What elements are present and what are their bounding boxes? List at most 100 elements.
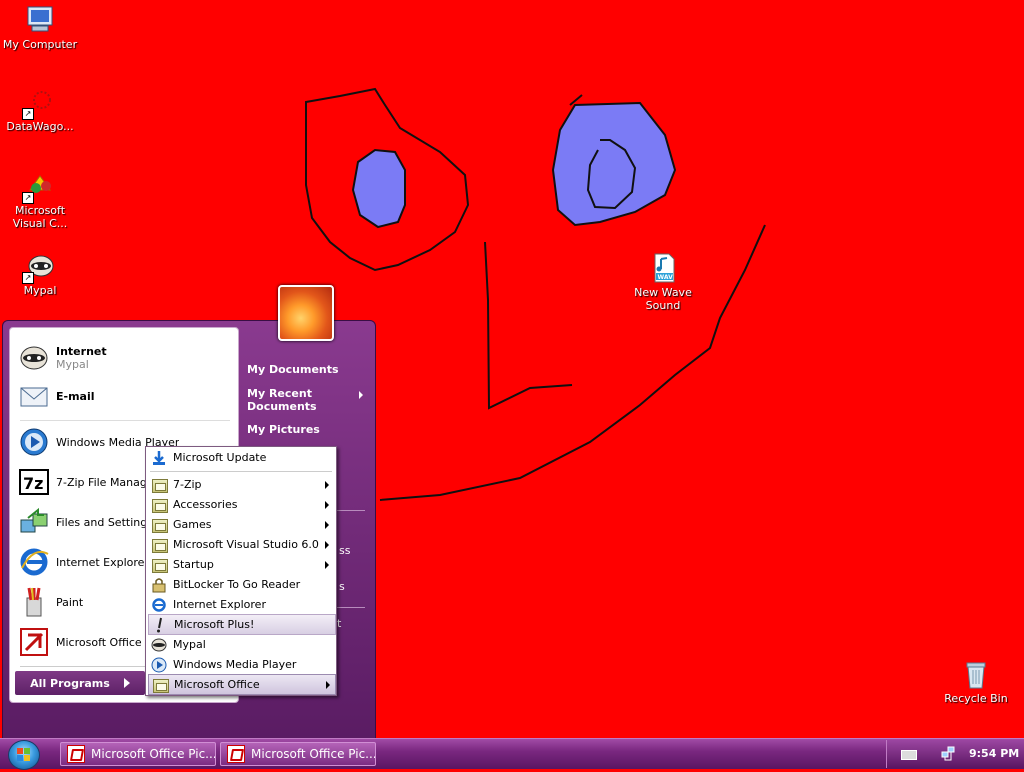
right-eye-hair	[569, 94, 583, 106]
pinned-email[interactable]: E-mail	[18, 378, 233, 414]
keyboard-icon[interactable]	[901, 750, 917, 760]
folder-icon	[152, 677, 169, 693]
program-accessories[interactable]: Accessories	[148, 495, 334, 514]
right-item-label: ss	[339, 544, 351, 557]
program-windows-media-player[interactable]: Windows Media Player	[148, 655, 334, 674]
program-internet-explorer[interactable]: Internet Explorer	[148, 595, 334, 614]
program-label: Microsoft Office	[174, 678, 260, 691]
program-visual-studio[interactable]: Microsoft Visual Studio 6.0	[148, 535, 334, 554]
taskbar-button-label: Microsoft Office Pic...	[251, 747, 376, 761]
taskbar-button-picture-manager-1[interactable]: Microsoft Office Pic...	[60, 742, 216, 766]
pinned-subtitle: Mypal	[56, 358, 89, 371]
folder-icon	[151, 537, 168, 553]
recent-label: 7-Zip File Manager	[56, 475, 159, 489]
datawagon-icon: ↗	[22, 86, 56, 120]
paint-icon	[18, 586, 50, 618]
submenu-arrow-icon	[325, 501, 329, 509]
program-label: 7-Zip	[173, 478, 202, 491]
update-icon	[151, 450, 167, 466]
folder-icon	[151, 497, 168, 513]
program-label: Accessories	[173, 498, 238, 511]
user-picture[interactable]	[278, 285, 334, 341]
program-startup[interactable]: Startup	[148, 555, 334, 574]
program-label: Internet Explorer	[173, 598, 266, 611]
submenu-arrow-icon	[325, 561, 329, 569]
right-item-my-documents[interactable]: My Documents	[247, 363, 339, 376]
desktop-icon-mypal[interactable]: ↗ Mypal	[0, 250, 80, 297]
network-icon[interactable]	[941, 745, 955, 761]
program-games[interactable]: Games	[148, 515, 334, 534]
taskbar-button-picture-manager-2[interactable]: Microsoft Office Pic...	[220, 742, 376, 766]
start-button[interactable]	[8, 740, 40, 770]
system-tray: 9:54 PM	[886, 740, 1024, 768]
desktop-icon-label: Microsoft Visual C...	[12, 204, 68, 230]
desktop-icon-label: My Computer	[2, 38, 78, 51]
taskbar-button-label: Microsoft Office Pic...	[91, 747, 216, 761]
program-label: Windows Media Player	[173, 658, 297, 671]
folder-icon	[151, 477, 168, 493]
right-item-partial-2[interactable]: s	[339, 580, 345, 593]
svg-text:7z: 7z	[23, 474, 43, 493]
mail-icon	[18, 380, 50, 412]
taskbar: Microsoft Office Pic... Microsoft Office…	[0, 738, 1024, 770]
wav-tag: WAV	[658, 274, 674, 281]
program-microsoft-office[interactable]: Microsoft Office	[148, 674, 336, 695]
submenu-arrow-icon	[325, 521, 329, 529]
recycle-bin-icon	[960, 658, 992, 690]
program-7zip[interactable]: 7-Zip	[148, 475, 334, 494]
pinned-internet[interactable]: Internet Mypal	[18, 340, 233, 376]
mypal-icon	[18, 342, 50, 374]
program-label: Mypal	[173, 638, 206, 651]
program-mypal[interactable]: Mypal	[148, 635, 334, 654]
media-player-icon	[18, 426, 50, 458]
pinned-title: Internet	[56, 345, 107, 358]
right-item-label: s	[339, 580, 345, 593]
all-programs-button[interactable]: All Programs	[15, 671, 145, 695]
desktop-icon-datawagon[interactable]: ↗ DataWago...	[0, 86, 80, 133]
desktop-icon-label: Mypal	[23, 284, 57, 297]
computer-icon	[24, 4, 56, 36]
clock[interactable]: 9:54 PM	[969, 747, 1019, 760]
picture-manager-icon	[67, 745, 85, 763]
all-programs-label: All Programs	[30, 676, 110, 690]
pinned-title: E-mail	[56, 389, 95, 403]
folder-icon	[151, 557, 168, 573]
right-item-label: My Documents	[247, 363, 339, 376]
internet-explorer-icon	[151, 597, 167, 613]
program-microsoft-update[interactable]: Microsoft Update	[148, 448, 334, 467]
right-item-label: t	[337, 617, 342, 630]
folder-icon	[151, 517, 168, 533]
shortcut-arrow-icon: ↗	[22, 192, 34, 204]
7zip-icon: 7z	[18, 466, 50, 498]
program-label: BitLocker To Go Reader	[173, 578, 301, 591]
program-label: Games	[173, 518, 212, 531]
submenu-arrow-icon	[326, 681, 330, 689]
desktop-icon-my-computer[interactable]: My Computer	[0, 4, 80, 51]
right-item-my-pictures[interactable]: My Pictures	[247, 423, 320, 436]
recent-label: Paint	[56, 595, 84, 609]
arrow-right-icon	[123, 678, 130, 688]
submenu-arrow-icon	[359, 391, 363, 399]
picture-manager-icon	[18, 626, 50, 658]
right-item-partial-3[interactable]: t	[337, 617, 341, 630]
program-label: Microsoft Plus!	[174, 618, 255, 631]
left-pupil	[351, 148, 406, 229]
right-item-label: My Pictures	[247, 423, 320, 436]
desktop-icon-label: Recycle Bin	[944, 692, 1008, 705]
bitlocker-icon	[151, 577, 167, 593]
pinned-separator	[20, 420, 230, 421]
desktop-icon-recycle-bin[interactable]: Recycle Bin	[936, 658, 1016, 705]
desktop-icon-new-wave-sound[interactable]: WAV New Wave Sound	[623, 252, 703, 312]
nose	[484, 241, 573, 410]
visual-c-icon: ↗	[22, 170, 56, 204]
desktop-icon-visual-c[interactable]: ↗ Microsoft Visual C...	[0, 170, 80, 230]
program-microsoft-plus[interactable]: Microsoft Plus!	[148, 614, 336, 635]
right-item-partial-1[interactable]: ss	[339, 544, 350, 557]
program-bitlocker[interactable]: BitLocker To Go Reader	[148, 575, 334, 594]
desktop-icon-label: New Wave Sound	[634, 286, 692, 312]
mypal-icon	[151, 637, 167, 653]
right-item-my-recent-documents[interactable]: My Recent Documents	[247, 387, 363, 413]
windows-logo-icon	[17, 748, 30, 761]
mypal-icon: ↗	[22, 250, 56, 284]
internet-explorer-icon	[18, 546, 50, 578]
